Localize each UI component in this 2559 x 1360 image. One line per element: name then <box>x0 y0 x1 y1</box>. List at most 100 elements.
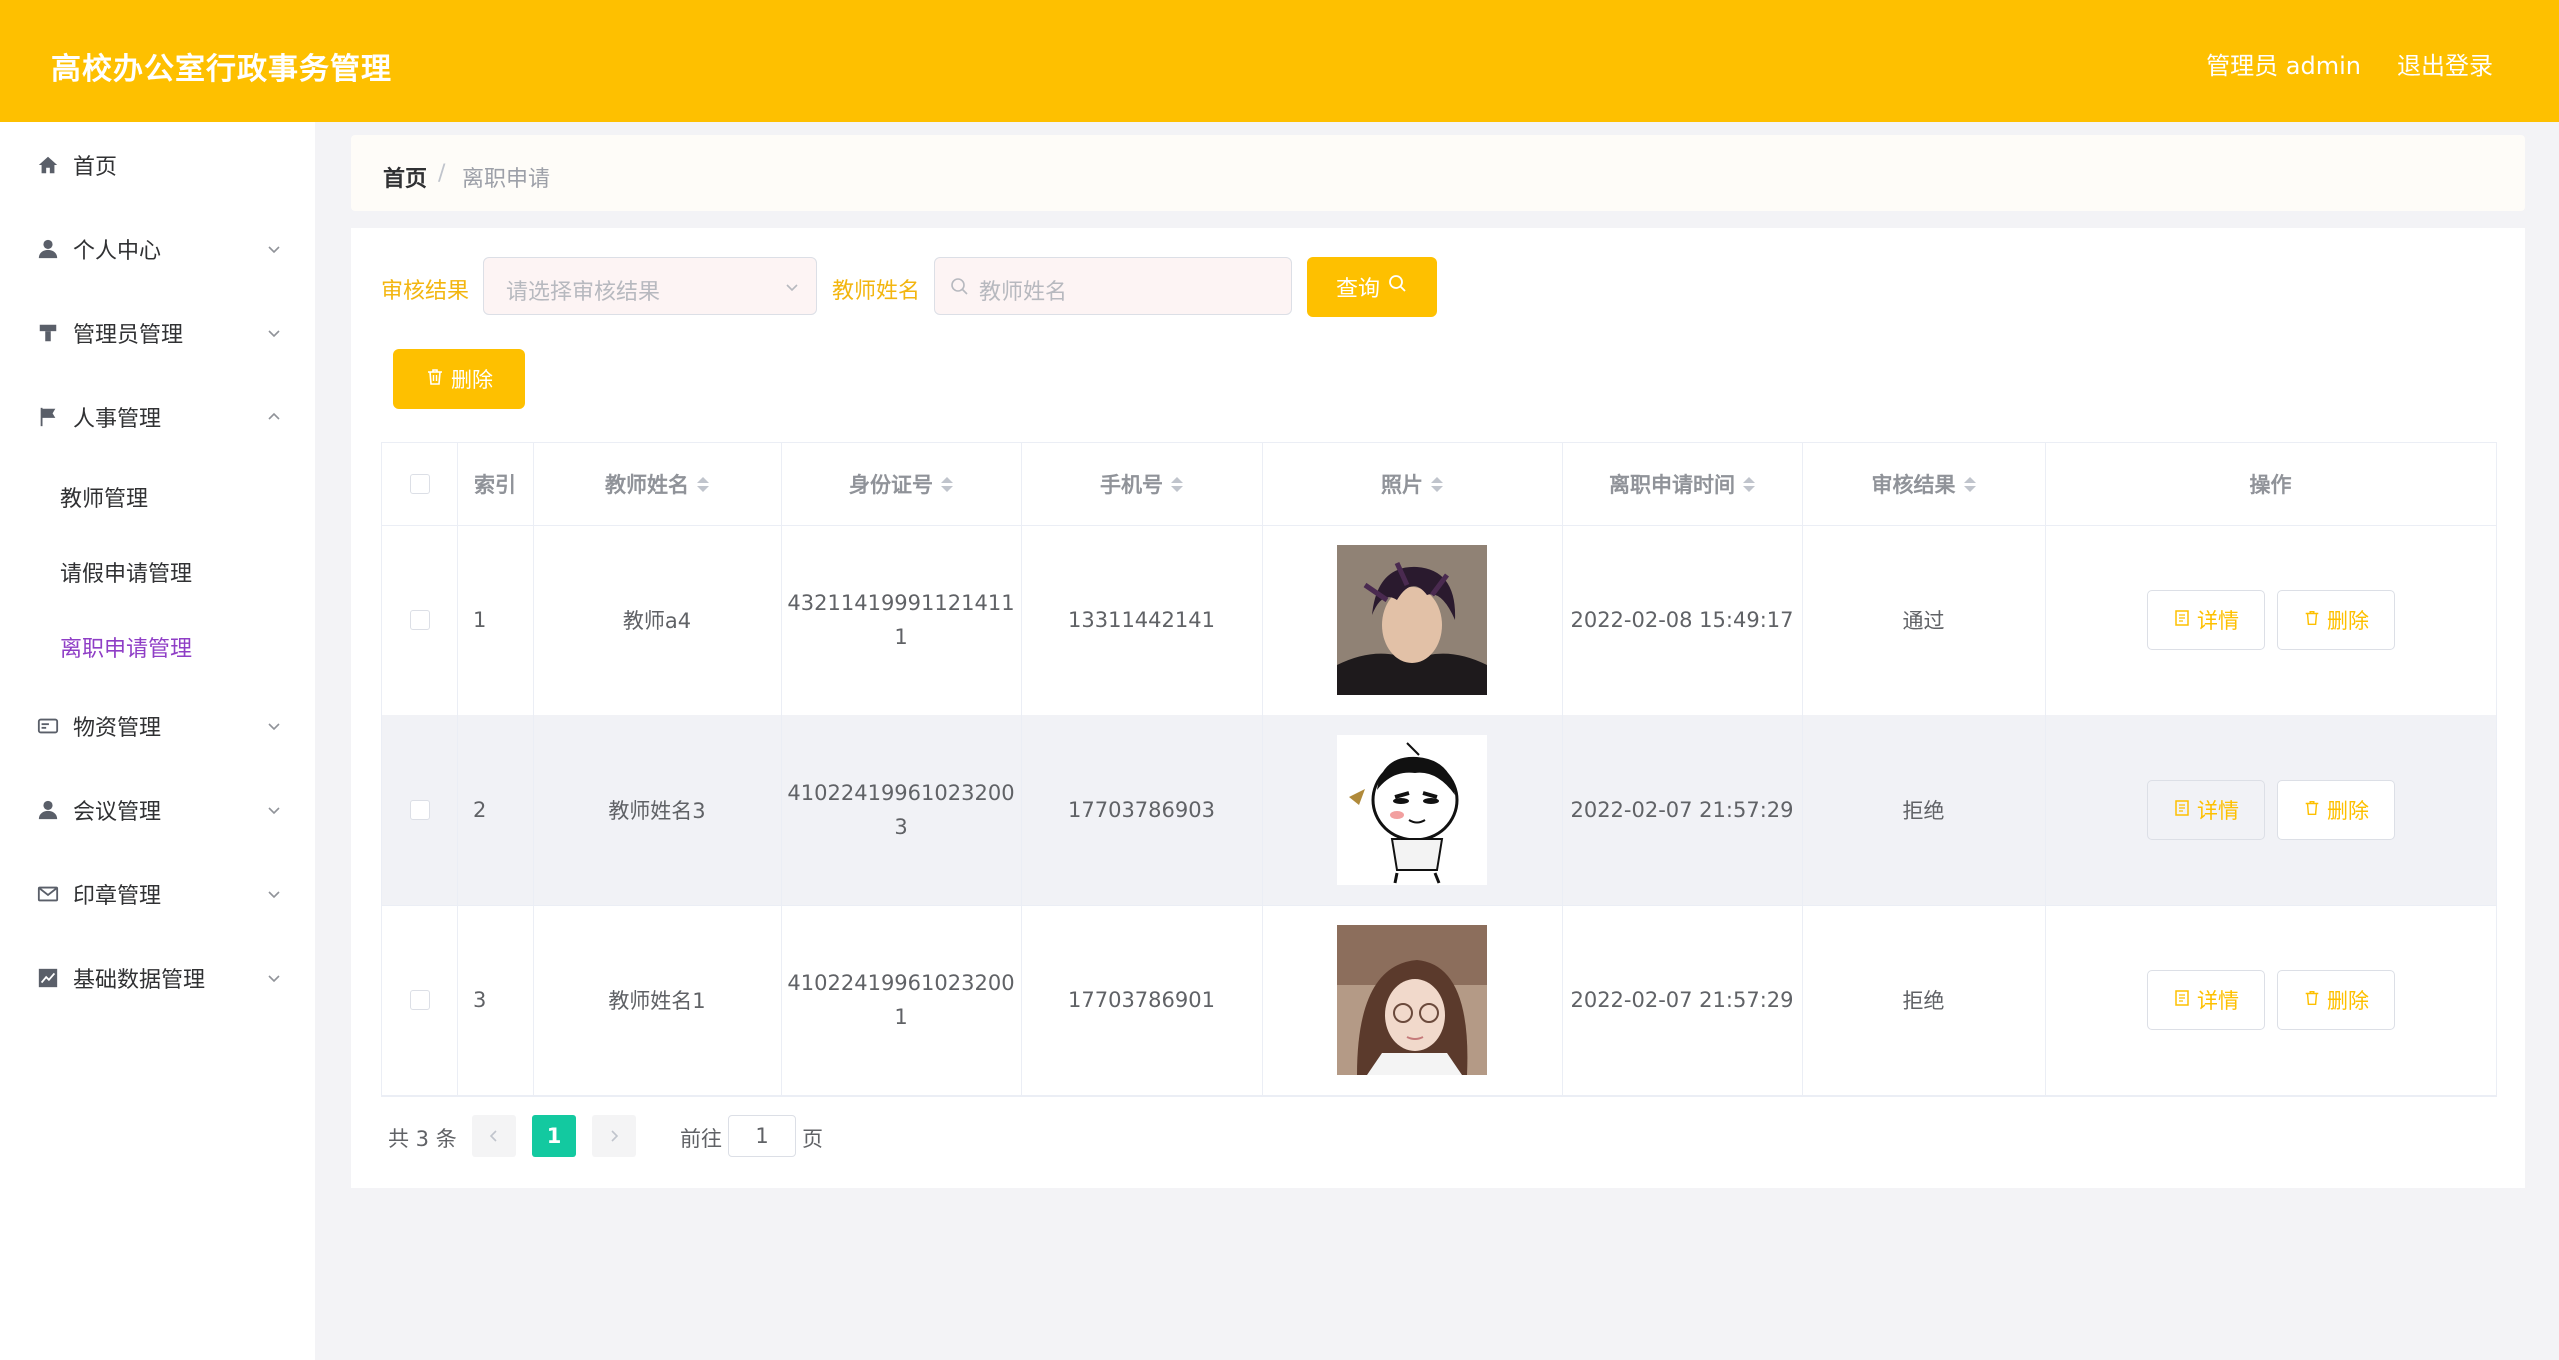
home-icon <box>36 153 60 177</box>
column-divider <box>533 443 534 1096</box>
delete-button-label: 删除 <box>2327 989 2369 1013</box>
chevron-down-icon <box>266 718 282 734</box>
sort-icon[interactable] <box>1963 476 1976 492</box>
chevron-down-icon <box>266 241 282 257</box>
sidebar-subitem-leave-management[interactable]: 请假申请管理 <box>60 556 192 588</box>
row-photo <box>1262 715 1562 905</box>
detail-button[interactable]: 详情 <box>2147 780 2265 840</box>
sort-icon[interactable] <box>941 476 953 492</box>
sort-icon[interactable] <box>1171 476 1183 492</box>
goto-suffix: 页 <box>802 1127 823 1151</box>
detail-button[interactable]: 详情 <box>2147 970 2265 1030</box>
query-button-label: 查询 <box>1335 277 1380 302</box>
card-icon <box>36 714 60 738</box>
column-divider <box>457 443 458 1096</box>
header-teacher-name-label: 教师姓名 <box>605 473 689 497</box>
sidebar-item-label: 印章管理 <box>73 884 162 909</box>
sort-icon[interactable] <box>1431 476 1443 492</box>
sidebar-item-hr-management[interactable]: 人事管理 <box>0 387 315 447</box>
row-teacher-name: 教师姓名3 <box>608 799 706 823</box>
sidebar-item-supplies-management[interactable]: 物资管理 <box>0 696 315 756</box>
header-photo[interactable]: 照片 <box>1262 443 1562 525</box>
logout-link[interactable]: 退出登录 <box>2397 46 2493 81</box>
header-review-result[interactable]: 审核结果 <box>1802 443 2045 525</box>
row-select-cell <box>382 715 457 905</box>
teacher-name-placeholder: 教师姓名 <box>979 280 1068 305</box>
header-teacher-name[interactable]: 教师姓名 <box>533 443 781 525</box>
sidebar-item-basic-data-management[interactable]: 基础数据管理 <box>0 948 315 1008</box>
select-all-checkbox[interactable] <box>409 474 430 494</box>
row-id-number-line1: 41022419961023200 <box>787 781 1015 805</box>
sidebar-item-home[interactable]: 首页 <box>0 135 315 195</box>
sort-icon[interactable] <box>1743 476 1755 492</box>
teacher-name-search-input[interactable]: 教师姓名 <box>934 257 1292 315</box>
delete-button[interactable]: 删除 <box>2277 780 2395 840</box>
sidebar-item-label: 基础数据管理 <box>73 968 206 993</box>
row-index: 1 <box>473 608 487 632</box>
sidebar-item-label: 个人中心 <box>73 239 162 264</box>
sidebar-item-label: 首页 <box>73 155 118 180</box>
teacher-photo-avatar[interactable] <box>1337 925 1487 1075</box>
row-id-number-line1: 41022419961023200 <box>787 971 1015 995</box>
chevron-down-icon <box>784 279 800 299</box>
page-number-current[interactable]: 1 <box>532 1115 576 1157</box>
table-row: 3 教师姓名1 41022419961023200 1 17703786901 <box>382 905 2496 1096</box>
row-teacher-name: 教师姓名1 <box>608 989 706 1013</box>
row-phone: 13311442141 <box>1068 608 1215 632</box>
goto-page-input[interactable] <box>728 1115 796 1157</box>
result-select-placeholder: 请选择审核结果 <box>506 280 661 305</box>
sidebar-item-seal-management[interactable]: 印章管理 <box>0 864 315 924</box>
user-icon <box>36 237 60 261</box>
chevron-down-icon <box>266 325 282 341</box>
sidebar-item-meeting-management[interactable]: 会议管理 <box>0 780 315 840</box>
next-page-button[interactable] <box>592 1115 636 1157</box>
sidebar-subitem-teacher-management[interactable]: 教师管理 <box>60 481 148 513</box>
batch-delete-button[interactable]: 删除 <box>393 349 525 409</box>
row-select-cell <box>382 905 457 1095</box>
sidebar-item-label: 会议管理 <box>73 800 162 825</box>
header-actions: 操作 <box>2045 443 2496 525</box>
sidebar-subitem-resignation-management[interactable]: 离职申请管理 <box>60 631 192 663</box>
row-resign-time: 2022-02-08 15:49:17 <box>1570 608 1794 632</box>
breadcrumb-current: 离职申请 <box>462 167 551 192</box>
row-review-result: 通过 <box>1902 609 1945 633</box>
column-divider <box>1262 443 1263 1096</box>
row-id-number: 41022419961023200 3 <box>781 715 1021 905</box>
delete-button[interactable]: 删除 <box>2277 590 2395 650</box>
sidebar-item-personal-center[interactable]: 个人中心 <box>0 219 315 279</box>
prev-page-button[interactable] <box>472 1115 516 1157</box>
row-review-result: 拒绝 <box>1902 799 1945 823</box>
row-index: 3 <box>473 988 487 1012</box>
sort-icon[interactable] <box>697 476 709 492</box>
chevron-down-icon <box>266 970 282 986</box>
header-resign-time[interactable]: 离职申请时间 <box>1562 443 1802 525</box>
sidebar-item-label: 管理员管理 <box>73 323 184 348</box>
header-review-result-label: 审核结果 <box>1871 473 1956 497</box>
search-icon <box>950 277 970 301</box>
row-checkbox[interactable] <box>409 990 430 1010</box>
chevron-left-icon <box>487 1124 501 1148</box>
breadcrumb-home[interactable]: 首页 <box>383 161 427 193</box>
chevron-right-icon <box>607 1124 621 1148</box>
result-select[interactable]: 请选择审核结果 <box>483 257 817 315</box>
chevron-up-icon <box>266 409 282 425</box>
sidebar-item-admin-management[interactable]: 管理员管理 <box>0 303 315 363</box>
query-button[interactable]: 查询 <box>1307 257 1437 317</box>
teacher-photo-avatar[interactable] <box>1337 735 1487 885</box>
row-checkbox[interactable] <box>409 610 430 630</box>
row-review-result: 拒绝 <box>1902 989 1945 1013</box>
header-actions-label: 操作 <box>2249 473 2292 497</box>
header-id-number[interactable]: 身份证号 <box>781 443 1021 525</box>
detail-button[interactable]: 详情 <box>2147 590 2265 650</box>
teacher-photo-avatar[interactable] <box>1337 545 1487 695</box>
detail-button-label: 详情 <box>2197 609 2239 633</box>
delete-button[interactable]: 删除 <box>2277 970 2395 1030</box>
row-photo <box>1262 905 1562 1095</box>
sidebar-item-label: 人事管理 <box>73 407 162 432</box>
header-index-label: 索引 <box>474 473 516 497</box>
row-checkbox[interactable] <box>409 800 430 820</box>
app-title: 高校办公室行政事务管理 <box>51 52 392 87</box>
header-phone[interactable]: 手机号 <box>1021 443 1262 525</box>
breadcrumb-separator: / <box>438 161 446 186</box>
document-icon <box>2173 608 2191 632</box>
